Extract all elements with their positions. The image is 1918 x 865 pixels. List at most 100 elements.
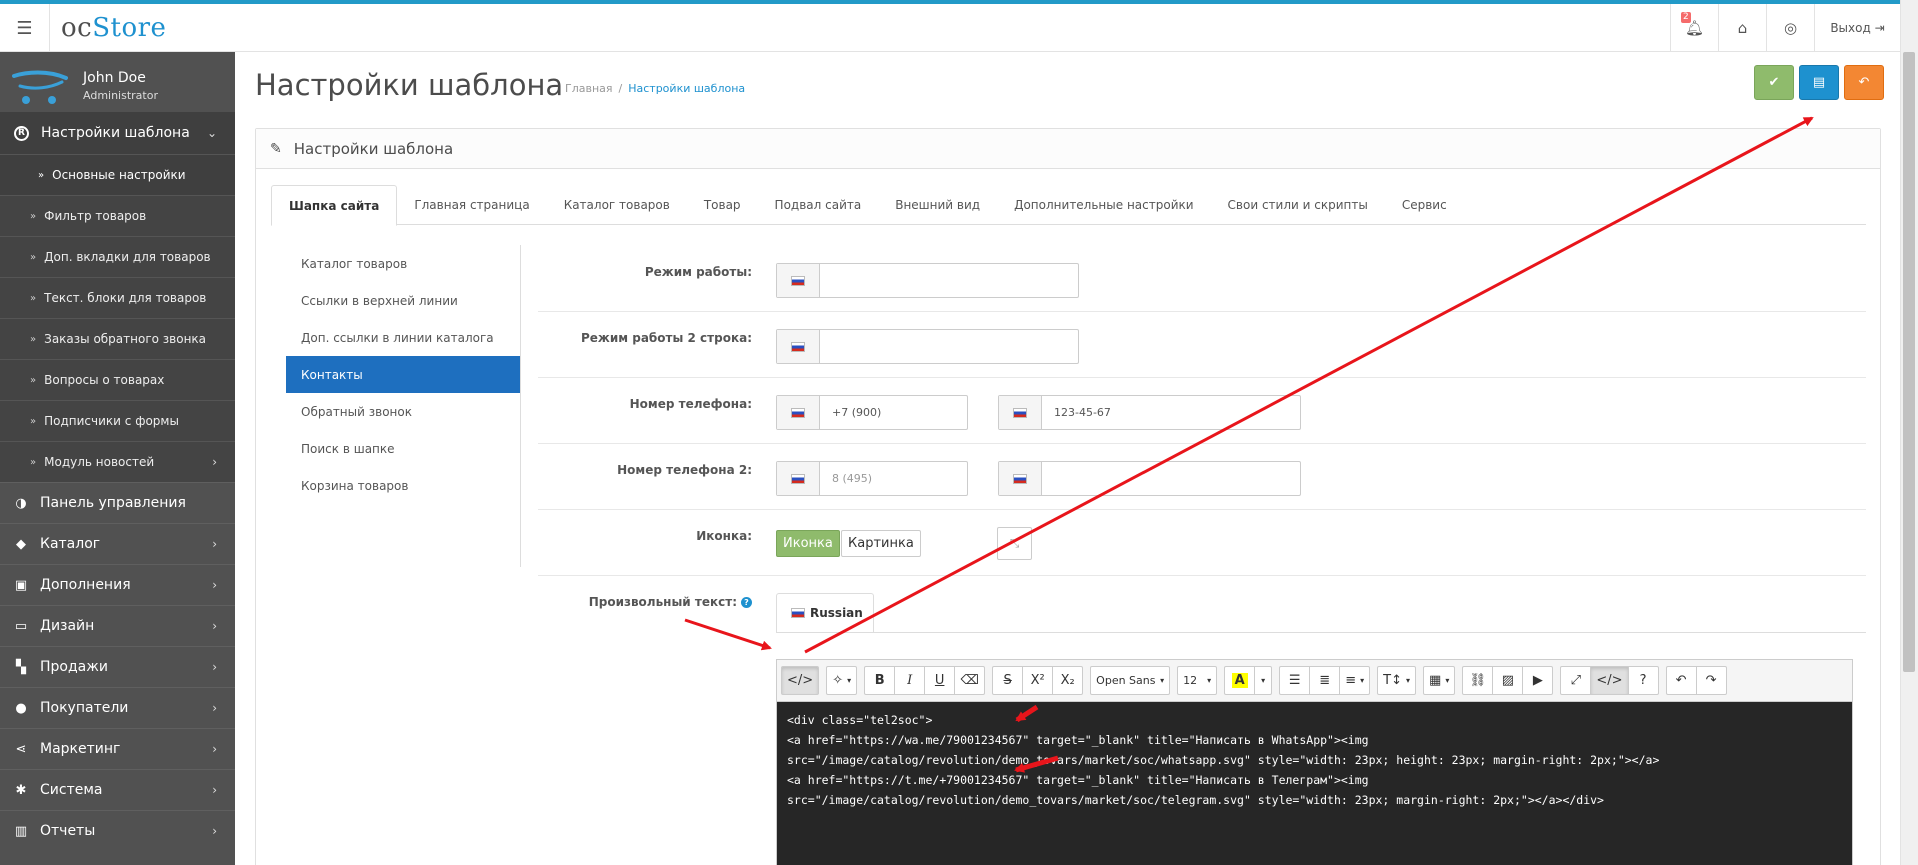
undo-icon: ↶ [1675, 673, 1687, 688]
tab-product[interactable]: Товар [687, 185, 758, 225]
text-color-dropdown[interactable]: ▾ [1254, 666, 1273, 695]
lang-tab-russian[interactable]: Russian [776, 593, 874, 633]
sidebar-item-template-settings[interactable]: R Настройки шаблона ⌄ [0, 112, 235, 154]
magic-style-button[interactable]: ✧ ▾ [826, 666, 858, 695]
phone2-number-input[interactable] [1042, 462, 1300, 495]
back-button[interactable]: ↶ [1844, 65, 1884, 100]
text-color-button[interactable]: A [1224, 666, 1256, 695]
row-divider [538, 377, 1866, 378]
link-icon: ⛓ [1469, 673, 1487, 688]
superscript-button[interactable]: X² [1022, 666, 1054, 695]
help-icon[interactable]: ? [741, 597, 752, 608]
help-button[interactable]: ◎ [1766, 4, 1814, 52]
vnav-item-search[interactable]: Поиск в шапке [286, 430, 520, 467]
strikethrough-button[interactable]: S [992, 666, 1024, 695]
font-family-select[interactable]: Open Sans ▾ [1090, 666, 1171, 695]
tab-custom-styles[interactable]: Свои стили и скрипты [1211, 185, 1385, 225]
user-profile[interactable]: John Doe Administrator [0, 52, 235, 112]
video-button[interactable]: ▶ [1522, 666, 1554, 695]
sidebar-subitem-main-settings[interactable]: » Основные настройки [0, 154, 235, 195]
phone-number-input-group [998, 395, 1301, 430]
caret-down-icon: ▾ [1360, 676, 1365, 685]
logout-button[interactable]: Выход ⇥ [1814, 4, 1900, 52]
double-chevron-icon: » [30, 292, 37, 304]
table-button[interactable]: ▦ ▾ [1423, 666, 1456, 695]
subscript-button[interactable]: X₂ [1052, 666, 1084, 695]
icon-toggle-icon-option[interactable]: Иконка [776, 530, 840, 557]
line-height-button[interactable]: T↕ ▾ [1377, 666, 1417, 695]
undo-button[interactable]: ↶ [1665, 666, 1697, 695]
phone2-code-input[interactable] [820, 462, 967, 495]
clear-format-button[interactable]: ⌫ [954, 666, 986, 695]
vnav-item-cart[interactable]: Корзина товаров [286, 467, 520, 504]
page-scrollbar[interactable] [1900, 0, 1918, 865]
phone-code-input[interactable] [820, 396, 967, 429]
sidebar-item-sales[interactable]: ▚ Продажи › [0, 646, 235, 687]
code-editor-area[interactable]: <div class="tel2soc"> <a href="https://w… [777, 702, 1852, 865]
notifications-button[interactable]: 2 🔔︎ [1670, 4, 1718, 52]
italic-button[interactable]: I [894, 666, 926, 695]
sidebar-item-marketing[interactable]: ⋖ Маркетинг › [0, 728, 235, 769]
caret-down-icon: ▾ [1406, 676, 1411, 685]
work-mode2-input[interactable] [820, 330, 1078, 363]
tab-footer[interactable]: Подвал сайта [758, 185, 879, 225]
link-button[interactable]: ⛓ [1462, 666, 1494, 695]
help-button[interactable]: ? [1627, 666, 1659, 695]
breadcrumb-current-link[interactable]: Настройки шаблона [628, 82, 745, 95]
sidebar-subitem[interactable]: » Доп. вкладки для товаров [0, 236, 235, 277]
chevron-down-icon: ⌄ [206, 126, 217, 140]
sidebar-item-catalog[interactable]: ◆ Каталог › [0, 523, 235, 564]
double-chevron-icon: » [30, 251, 37, 263]
ordered-list-button[interactable]: ≣ [1309, 666, 1341, 695]
header-actions: 2 🔔︎ ⌂ ◎ Выход ⇥ [1670, 4, 1900, 52]
sidebar-subitem[interactable]: » Текст. блоки для товаров [0, 277, 235, 318]
breadcrumb-home-link[interactable]: Главная [565, 82, 613, 95]
sidebar-item-system[interactable]: ✱ Система › [0, 769, 235, 810]
tab-additional[interactable]: Дополнительные настройки [997, 185, 1210, 225]
sidebar-subitem[interactable]: » Заказы обратного звонка [0, 318, 235, 359]
sidebar-item-dashboard[interactable]: ◑ Панель управления [0, 482, 235, 523]
brand-logo[interactable]: ocStore [61, 13, 166, 43]
image-placeholder-icon[interactable]: ⤡ [997, 527, 1032, 560]
fullscreen-button[interactable]: ⤢ [1560, 666, 1592, 695]
vnav-item-catalog-links[interactable]: Доп. ссылки в линии каталога [286, 319, 520, 356]
vnav-item-top-links[interactable]: Ссылки в верхней линии [286, 282, 520, 319]
chevron-right-icon: › [212, 783, 217, 797]
font-size-select[interactable]: 12 ▾ [1177, 666, 1218, 695]
icon-toggle-image-option[interactable]: Картинка [841, 530, 921, 557]
scrollbar-thumb[interactable] [1903, 52, 1915, 672]
apply-button[interactable]: ✔ [1754, 65, 1794, 100]
image-button[interactable]: ▨ [1492, 666, 1524, 695]
menu-toggle-icon[interactable]: ☰ [0, 4, 50, 52]
vnav-item-catalog[interactable]: Каталог товаров [286, 245, 520, 282]
save-button[interactable]: ▤ [1799, 65, 1839, 100]
tab-header[interactable]: Шапка сайта [271, 185, 398, 226]
code-view-button[interactable]: </> [781, 666, 820, 695]
vnav-item-contacts[interactable]: Контакты [286, 356, 520, 393]
sidebar-subitem[interactable]: » Вопросы о товарах [0, 359, 235, 400]
phone-number-input[interactable] [1042, 396, 1300, 429]
sidebar-subitem[interactable]: » Фильтр товаров [0, 195, 235, 236]
work-mode-input[interactable] [820, 264, 1078, 297]
redo-button[interactable]: ↷ [1695, 666, 1727, 695]
sidebar-item-customers[interactable]: ● Покупатели › [0, 687, 235, 728]
code-view-toggle-button[interactable]: </> [1590, 666, 1629, 695]
italic-icon: I [907, 673, 913, 688]
underline-button[interactable]: U [924, 666, 956, 695]
settings-tabs: Шапка сайта Главная страница Каталог тов… [271, 185, 1866, 226]
bold-button[interactable]: B [864, 666, 896, 695]
tab-catalog[interactable]: Каталог товаров [547, 185, 687, 225]
home-button[interactable]: ⌂ [1718, 4, 1766, 52]
unordered-list-button[interactable]: ☰ [1279, 666, 1311, 695]
sidebar-item-reports[interactable]: ▥ Отчеты › [0, 810, 235, 851]
vnav-item-callback[interactable]: Обратный звонок [286, 393, 520, 430]
sidebar-item-design[interactable]: ▭ Дизайн › [0, 605, 235, 646]
sidebar-subitem-news[interactable]: » Модуль новостей › [0, 441, 235, 482]
sidebar-item-extensions[interactable]: ▣ Дополнения › [0, 564, 235, 605]
check-icon: ✔ [1768, 75, 1780, 90]
tab-home[interactable]: Главная страница [397, 185, 546, 225]
tab-service[interactable]: Сервис [1385, 185, 1464, 225]
paragraph-align-button[interactable]: ≡ ▾ [1339, 666, 1371, 695]
tab-appearance[interactable]: Внешний вид [878, 185, 997, 225]
sidebar-subitem[interactable]: » Подписчики с формы [0, 400, 235, 441]
